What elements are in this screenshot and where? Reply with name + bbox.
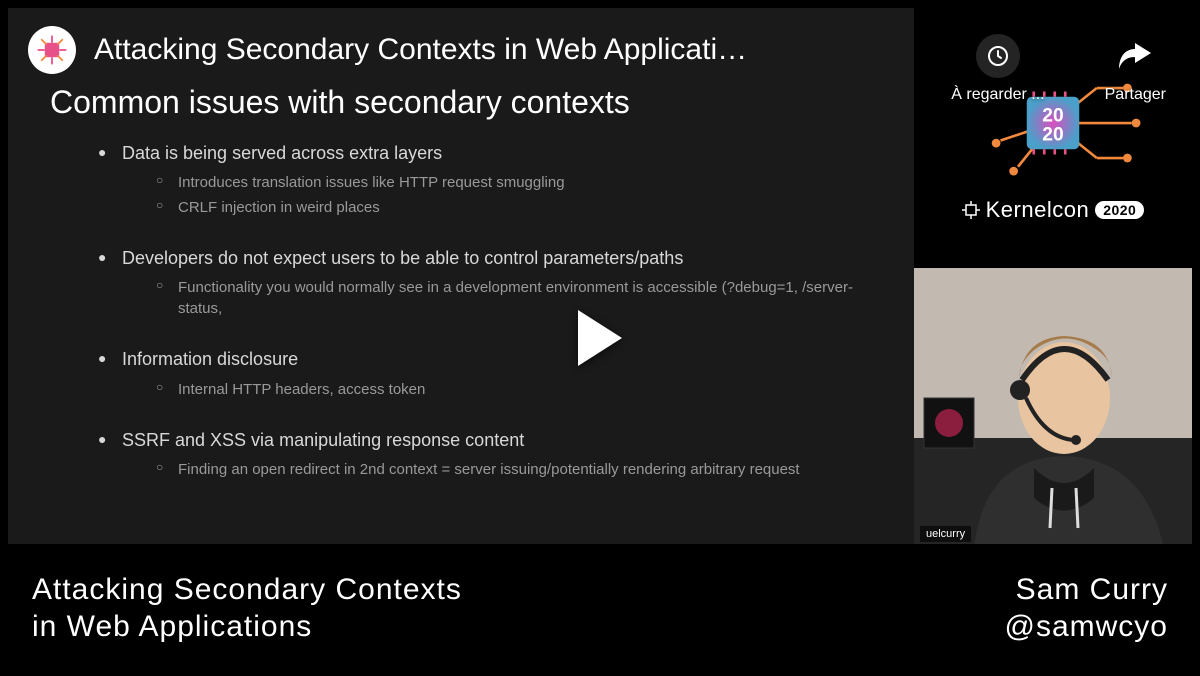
slide-bullets: Data is being served across extra layers… [8,141,918,480]
share-label: Partager [1105,86,1166,104]
play-button[interactable] [578,310,622,366]
clock-icon [976,34,1020,78]
speaker-handle: @samwcyo [1005,608,1168,646]
talk-title-line: Attacking Secondary Contexts [32,571,1005,609]
bullet-text: Information disclosure [122,349,298,369]
video-title-bar: Attacking Secondary Contexts in Web Appl… [8,8,918,84]
share-icon [1113,34,1157,78]
talk-title-line: in Web Applications [32,608,1005,646]
bullet-text: Developers do not expect users to be abl… [122,248,683,268]
talk-title: Attacking Secondary Contexts in Web Appl… [32,571,1005,646]
bullet-item: Developers do not expect users to be abl… [98,246,888,319]
speaker-info: Sam Curry @samwcyo [1005,571,1168,646]
svg-text:20: 20 [1042,125,1063,146]
speaker-name: Sam Curry [1005,571,1168,609]
channel-logo-icon [34,32,70,68]
slide-heading: Common issues with secondary contexts [8,84,918,141]
bullet-item: Data is being served across extra layers… [98,141,888,218]
presenter-name-tag: uelcurry [920,526,971,542]
brand-name: Kernelcon [986,197,1090,223]
overlay-controls: À regarder ... Partager [951,34,1166,104]
watch-later-button[interactable]: À regarder ... [951,34,1044,104]
channel-avatar[interactable] [28,26,76,74]
svg-text:20: 20 [1042,105,1063,126]
presentation-slide: Attacking Secondary Contexts in Web Appl… [8,8,918,548]
watch-later-label: À regarder ... [951,86,1044,104]
share-button[interactable]: Partager [1105,34,1166,104]
bullet-item: SSRF and XSS via manipulating response c… [98,428,888,480]
conference-brand: Kernelcon 2020 [962,197,1145,223]
footer-strip: Attacking Secondary Contexts in Web Appl… [4,544,1196,672]
bullet-item: Information disclosure Internal HTTP hea… [98,347,888,399]
brand-year: 2020 [1095,201,1144,219]
bullet-text: Data is being served across extra layers [122,143,442,163]
sub-bullet: Finding an open redirect in 2nd context … [156,459,888,480]
video-player[interactable]: Attacking Secondary Contexts in Web Appl… [4,4,1196,672]
presenter-camera: uelcurry [914,268,1192,548]
sub-bullet: Introduces translation issues like HTTP … [156,172,888,193]
chip-icon [962,201,980,219]
video-title[interactable]: Attacking Secondary Contexts in Web Appl… [94,33,747,67]
bullet-text: SSRF and XSS via manipulating response c… [122,430,524,450]
sub-bullet: Internal HTTP headers, access token [156,379,888,400]
sub-bullet: Functionality you would normally see in … [156,277,888,319]
sub-bullet: CRLF injection in weird places [156,197,888,218]
